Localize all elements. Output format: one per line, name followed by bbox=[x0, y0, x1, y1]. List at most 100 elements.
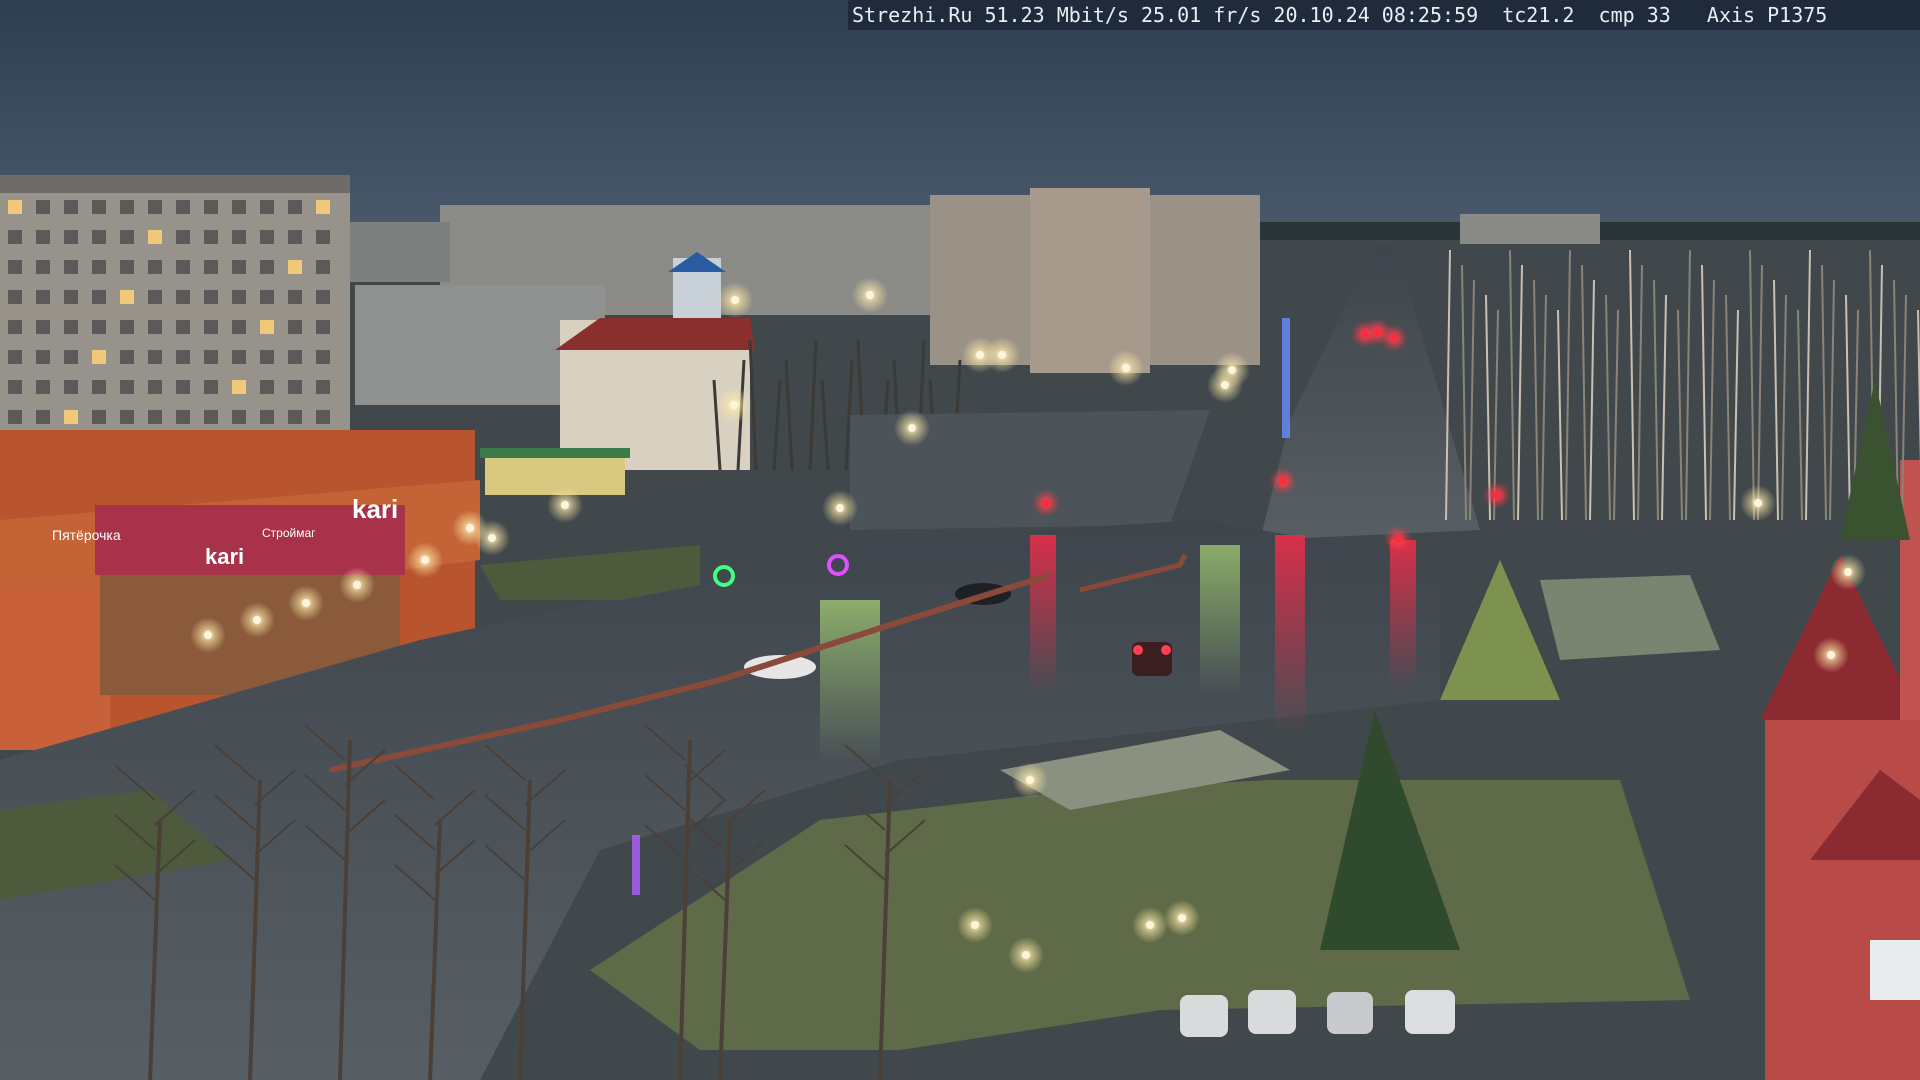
window bbox=[176, 380, 190, 394]
window bbox=[204, 200, 218, 214]
window bbox=[288, 290, 302, 304]
car-tail-light bbox=[1161, 645, 1171, 655]
street-lamp bbox=[488, 534, 496, 542]
street-lamp bbox=[421, 556, 429, 564]
window bbox=[92, 260, 106, 274]
street-lamp bbox=[971, 921, 979, 929]
street-lamp bbox=[908, 424, 916, 432]
window bbox=[204, 380, 218, 394]
red-reflection-center bbox=[1275, 535, 1305, 735]
window bbox=[8, 380, 22, 394]
window bbox=[176, 350, 190, 364]
window bbox=[148, 230, 162, 244]
window bbox=[176, 230, 190, 244]
green-reflection-2 bbox=[820, 600, 880, 760]
street-lamp bbox=[1022, 951, 1030, 959]
small-shop-roof bbox=[480, 448, 630, 458]
window bbox=[288, 380, 302, 394]
window bbox=[316, 350, 330, 364]
window bbox=[64, 410, 78, 424]
window bbox=[232, 410, 246, 424]
window bbox=[92, 410, 106, 424]
holiday-light-column bbox=[1282, 318, 1290, 438]
street-lamp bbox=[1844, 568, 1852, 576]
street-lamp bbox=[836, 504, 844, 512]
window bbox=[204, 320, 218, 334]
street-lamp bbox=[253, 616, 261, 624]
window bbox=[148, 350, 162, 364]
street-lamp bbox=[466, 524, 474, 532]
window bbox=[8, 260, 22, 274]
window bbox=[36, 200, 50, 214]
window bbox=[64, 290, 78, 304]
window bbox=[64, 380, 78, 394]
store-sign-left: Пятёрочка bbox=[52, 527, 121, 543]
window bbox=[8, 200, 22, 214]
window bbox=[36, 260, 50, 274]
window bbox=[260, 260, 274, 274]
window bbox=[260, 200, 274, 214]
window bbox=[36, 380, 50, 394]
street-lamp bbox=[1122, 364, 1130, 372]
street-lamp bbox=[1827, 651, 1835, 659]
window bbox=[148, 260, 162, 274]
street-lamp bbox=[1146, 921, 1154, 929]
window bbox=[36, 350, 50, 364]
camera-info-overlay: Strezhi.Ru 51.23 Mbit/s 25.01 fr/s 20.10… bbox=[848, 0, 1920, 30]
red-reflection-right bbox=[1390, 540, 1416, 690]
traffic-light-red bbox=[1394, 535, 1402, 543]
city-webcam-scene: kari kari Пятёрочка Строймаг bbox=[0, 0, 1920, 1080]
window bbox=[232, 380, 246, 394]
window bbox=[176, 290, 190, 304]
small-shop bbox=[485, 455, 625, 495]
window bbox=[176, 260, 190, 274]
window bbox=[316, 230, 330, 244]
window bbox=[92, 290, 106, 304]
street-lamp bbox=[731, 296, 739, 304]
window bbox=[288, 260, 302, 274]
window bbox=[148, 200, 162, 214]
window bbox=[176, 320, 190, 334]
window bbox=[260, 380, 274, 394]
window bbox=[92, 230, 106, 244]
window bbox=[232, 260, 246, 274]
window bbox=[120, 230, 134, 244]
street-lamp bbox=[302, 599, 310, 607]
window bbox=[64, 200, 78, 214]
window bbox=[204, 230, 218, 244]
street-lamp bbox=[976, 351, 984, 359]
window bbox=[120, 260, 134, 274]
window bbox=[260, 290, 274, 304]
window bbox=[232, 230, 246, 244]
window bbox=[64, 260, 78, 274]
traffic-light-red bbox=[1493, 491, 1501, 499]
window bbox=[288, 410, 302, 424]
traffic-light-red bbox=[1390, 334, 1398, 342]
window bbox=[204, 410, 218, 424]
holiday-light-post bbox=[632, 835, 640, 895]
window bbox=[232, 320, 246, 334]
street-lamp bbox=[353, 581, 361, 589]
window bbox=[316, 410, 330, 424]
window bbox=[148, 380, 162, 394]
window bbox=[36, 410, 50, 424]
window bbox=[120, 290, 134, 304]
car-tail-light bbox=[1133, 645, 1143, 655]
green-reflection bbox=[1200, 545, 1240, 695]
window bbox=[204, 260, 218, 274]
window bbox=[64, 320, 78, 334]
window bbox=[120, 320, 134, 334]
window bbox=[176, 200, 190, 214]
window bbox=[36, 320, 50, 334]
street-lamp bbox=[730, 401, 738, 409]
window bbox=[288, 200, 302, 214]
street-lamp bbox=[204, 631, 212, 639]
window bbox=[204, 350, 218, 364]
window bbox=[148, 320, 162, 334]
grass-right-upper bbox=[1540, 575, 1720, 660]
window bbox=[288, 230, 302, 244]
window bbox=[8, 410, 22, 424]
window bbox=[120, 410, 134, 424]
window bbox=[316, 260, 330, 274]
red-reflection-left bbox=[1030, 535, 1056, 695]
